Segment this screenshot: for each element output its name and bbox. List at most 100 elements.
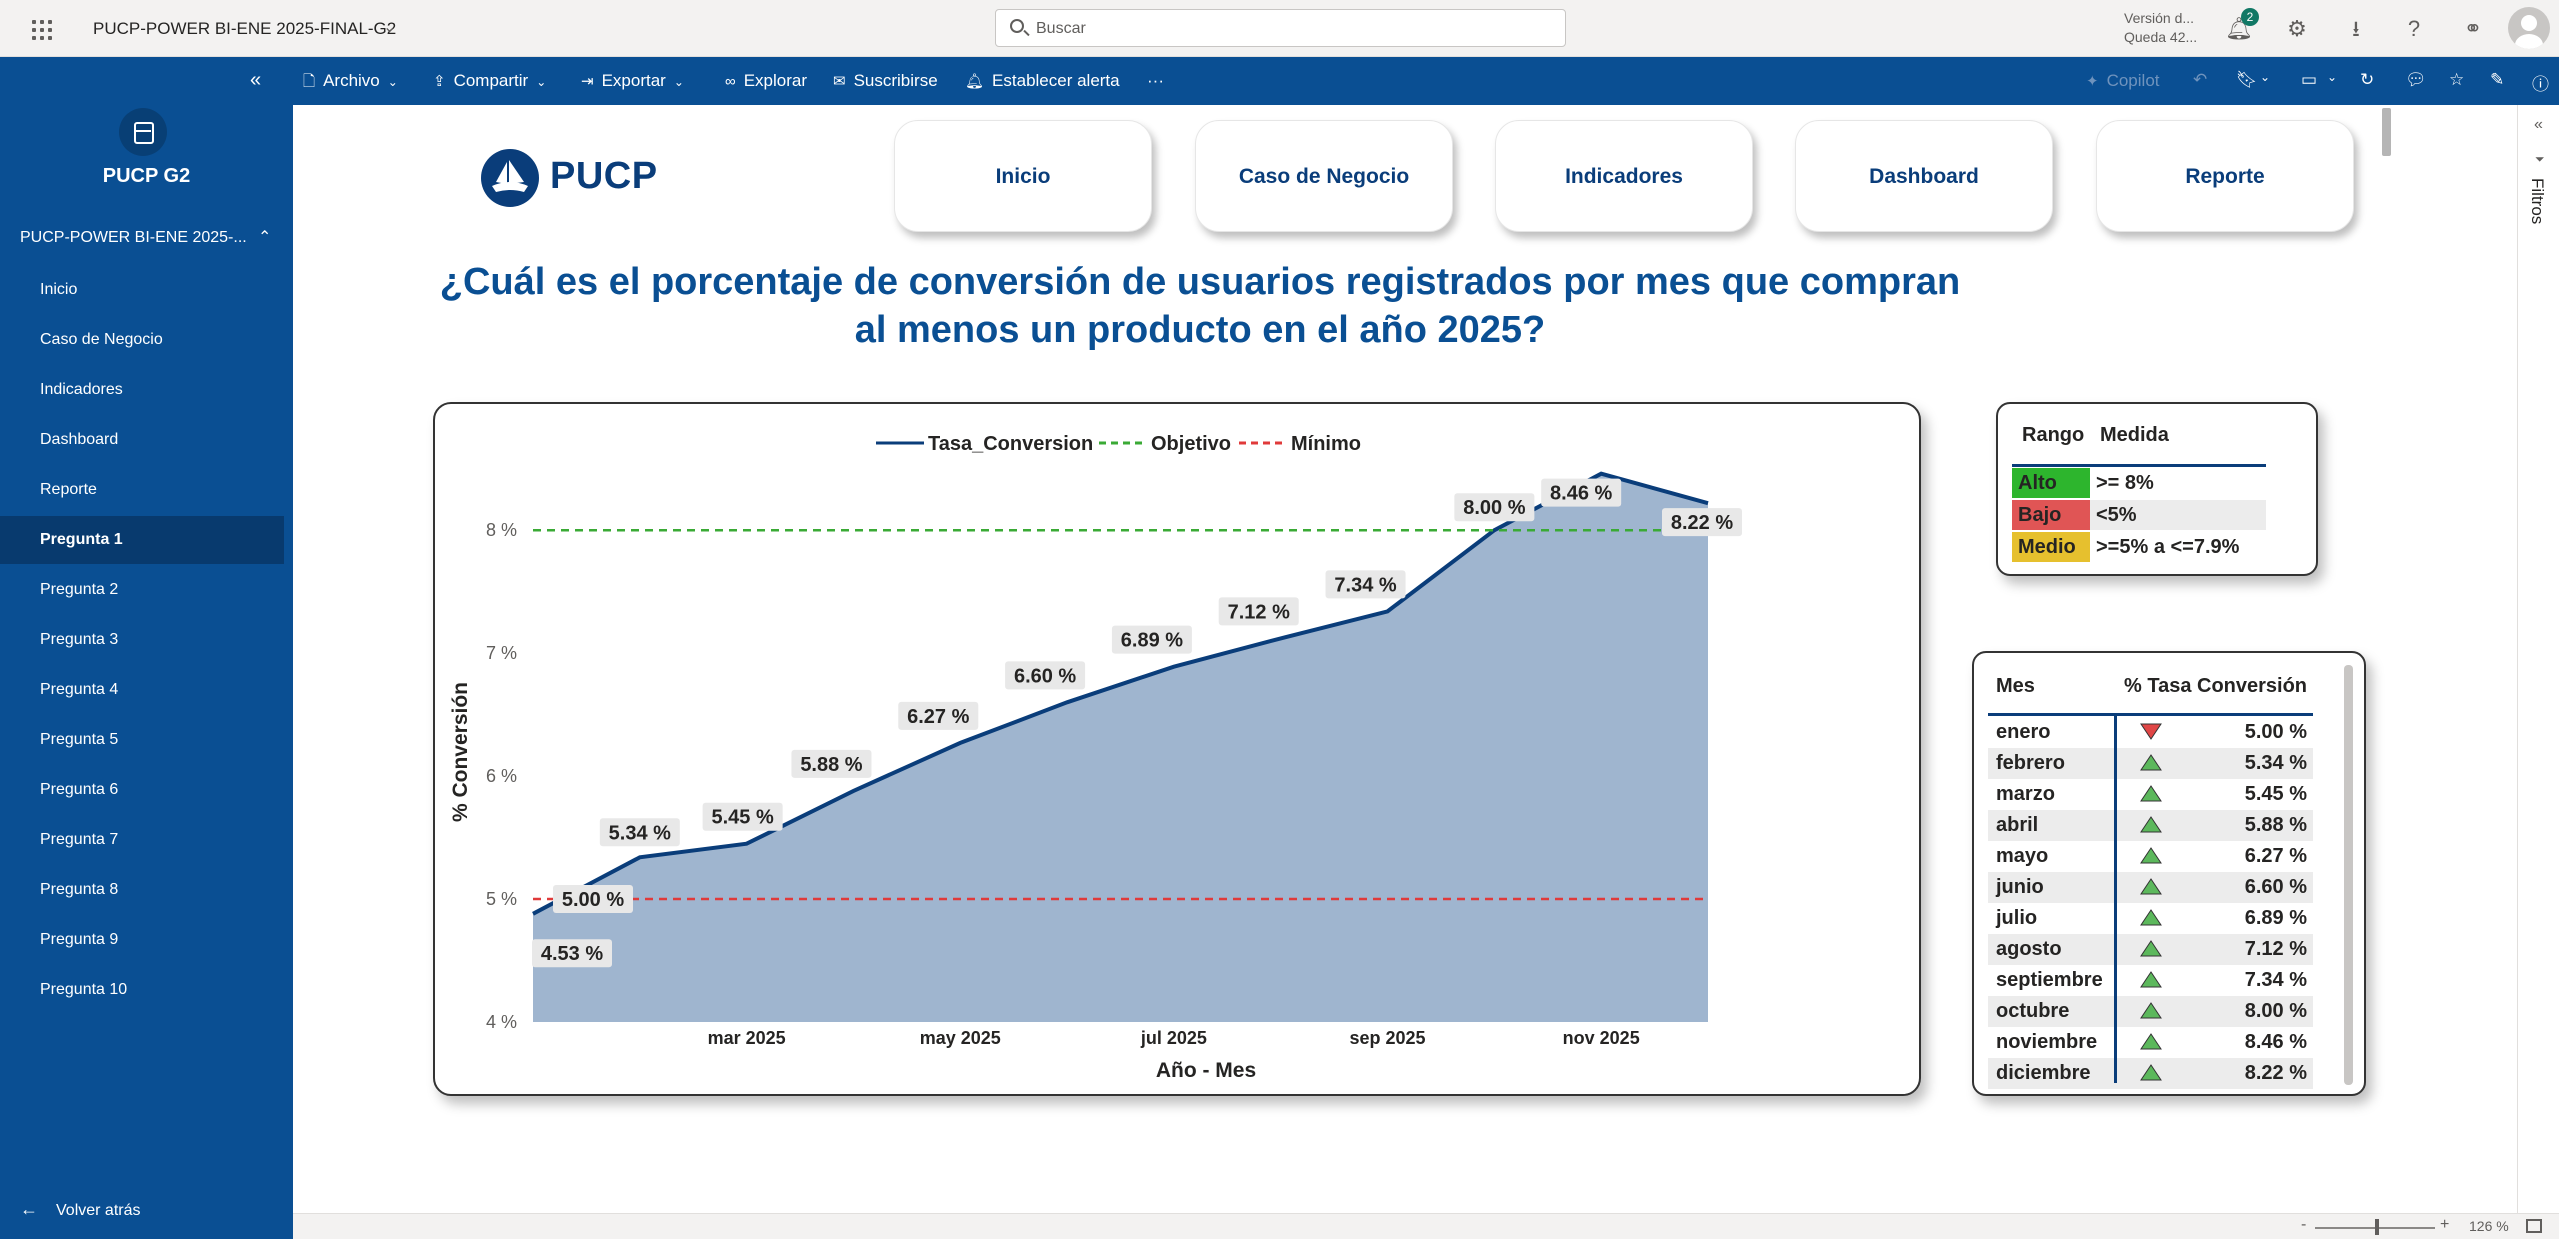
establecer-alerta-button[interactable]: 🔔︎ Establecer alerta bbox=[965, 71, 1120, 91]
help-icon[interactable]: ? bbox=[2399, 14, 2429, 44]
suscribirse-button[interactable]: ✉ Suscribirse bbox=[833, 71, 938, 91]
archivo-menu[interactable]: 🗋 Archivo ⌄ bbox=[303, 71, 398, 96]
nav-item[interactable]: Pregunta 7 bbox=[0, 816, 284, 864]
zoom-level: 126 % bbox=[2469, 1218, 2509, 1234]
more-options-button[interactable]: ··· bbox=[1147, 71, 1164, 91]
conversion-area-chart[interactable]: 4 % 5 % 6 % 7 % 8 % mar 2025 may 2025 jul 2025 s… bbox=[433, 402, 1921, 1096]
y-tick-label: 8 % bbox=[486, 520, 517, 540]
data-label-text: 7.34 % bbox=[1334, 574, 1396, 596]
nav-item[interactable]: Inicio bbox=[0, 266, 284, 314]
table-row[interactable]: julio 6.89 % bbox=[1988, 903, 2313, 934]
version-info[interactable]: Versión d... Queda 42... bbox=[2124, 9, 2197, 47]
view-icon[interactable]: ▭ bbox=[2301, 70, 2317, 90]
nav-item[interactable]: Caso de Negocio bbox=[0, 316, 284, 364]
table-row[interactable]: agosto 7.12 % bbox=[1988, 934, 2313, 965]
zoom-in-button[interactable]: + bbox=[2440, 1216, 2449, 1234]
nav-item[interactable]: Pregunta 8 bbox=[0, 866, 284, 914]
chevron-up-icon[interactable]: ⌃ bbox=[258, 227, 271, 247]
table-row[interactable]: febrero 5.34 % bbox=[1988, 748, 2313, 779]
chevron-down-icon[interactable]: ⌄ bbox=[383, 17, 396, 37]
copilot-button[interactable]: ✦ Copilot bbox=[2086, 71, 2160, 91]
status-bar: - + 126 % bbox=[293, 1213, 2559, 1239]
share-link-icon[interactable]: ⚭ bbox=[2458, 14, 2488, 44]
table-row[interactable]: octubre 8.00 % bbox=[1988, 996, 2313, 1027]
nav-item[interactable]: Dashboard bbox=[0, 416, 284, 464]
x-tick-label: jul 2025 bbox=[1140, 1028, 1207, 1048]
page-title: ¿Cuál es el porcentaje de conversión de … bbox=[439, 261, 1961, 351]
nav-item[interactable]: Pregunta 6 bbox=[0, 766, 284, 814]
explorar-button[interactable]: ∞ Explorar bbox=[725, 71, 807, 91]
nav-item[interactable]: Pregunta 5 bbox=[0, 716, 284, 764]
nav-item[interactable]: Pregunta 3 bbox=[0, 616, 284, 664]
nav-item[interactable]: Pregunta 9 bbox=[0, 916, 284, 964]
compartir-label: Compartir bbox=[453, 71, 529, 90]
nav-item[interactable]: Pregunta 1 bbox=[0, 516, 284, 564]
nav-item[interactable]: Pregunta 10 bbox=[0, 966, 284, 1014]
trend-down-icon bbox=[2140, 723, 2162, 740]
refresh-icon[interactable]: ↻ bbox=[2360, 70, 2374, 90]
range-measure: >=5% a <=7.9% bbox=[2096, 536, 2240, 558]
table-scrollbar[interactable] bbox=[2344, 665, 2353, 1085]
divider bbox=[2114, 713, 2117, 1083]
data-label: 5.00 % bbox=[553, 885, 633, 914]
report-nav-button[interactable]: Dashboard bbox=[1795, 120, 2053, 232]
favorite-star-icon[interactable]: ☆ bbox=[2449, 70, 2464, 90]
nav-item[interactable]: Pregunta 4 bbox=[0, 666, 284, 714]
arrow-left-icon: ← bbox=[20, 1199, 38, 1219]
exportar-menu[interactable]: ⇥ Exportar ⌄ bbox=[581, 71, 684, 91]
back-button[interactable]: ← Volver atrás bbox=[20, 1199, 140, 1220]
nav-item[interactable]: Reporte bbox=[0, 466, 284, 514]
report-nav-button[interactable]: Reporte bbox=[2096, 120, 2354, 232]
nav-item[interactable]: Indicadores bbox=[0, 366, 284, 414]
month-cell: enero bbox=[1996, 721, 2051, 743]
download-icon[interactable]: ⭳ bbox=[2341, 14, 2371, 44]
app-name[interactable]: PUCP-POWER BI-ENE 2025-... bbox=[20, 229, 247, 247]
x-tick-label: mar 2025 bbox=[708, 1028, 786, 1048]
chevron-down-icon[interactable]: ⌄ bbox=[2327, 70, 2337, 84]
compartir-menu[interactable]: ⇪ Compartir ⌄ bbox=[433, 71, 546, 91]
expand-filters-icon[interactable]: « bbox=[2534, 116, 2543, 134]
canvas-scrollbar[interactable] bbox=[2382, 108, 2391, 156]
conversion-cell: 5.88 % bbox=[2244, 814, 2307, 836]
filters-pane-collapsed[interactable] bbox=[2517, 105, 2559, 1213]
edit-pencil-icon[interactable]: ✎ bbox=[2490, 70, 2504, 90]
avatar[interactable] bbox=[2508, 7, 2550, 49]
table-row[interactable]: enero 5.00 % bbox=[1988, 717, 2313, 748]
report-title[interactable]: PUCP-POWER BI-ENE 2025-FINAL-G2 bbox=[93, 19, 396, 39]
collapse-nav-icon[interactable]: « bbox=[250, 69, 261, 92]
app-launcher-icon[interactable] bbox=[28, 16, 54, 42]
table-row[interactable]: marzo 5.45 % bbox=[1988, 779, 2313, 810]
fit-to-page-icon[interactable] bbox=[2526, 1219, 2542, 1233]
chevron-down-icon[interactable]: ⌄ bbox=[2260, 70, 2270, 84]
zoom-slider-thumb[interactable] bbox=[2375, 1219, 2379, 1235]
y-tick-label: 6 % bbox=[486, 766, 517, 786]
table-row[interactable]: septiembre 7.34 % bbox=[1988, 965, 2313, 996]
table-header-tasa[interactable]: % Tasa Conversión bbox=[2124, 675, 2307, 698]
table-row[interactable]: mayo 6.27 % bbox=[1988, 841, 2313, 872]
zoom-out-button[interactable]: - bbox=[2301, 1216, 2306, 1234]
table-header-mes[interactable]: Mes bbox=[1996, 675, 2035, 698]
data-label: 5.45 % bbox=[702, 802, 783, 831]
table-row[interactable]: noviembre 8.46 % bbox=[1988, 1027, 2313, 1058]
report-nav-button[interactable]: Inicio bbox=[894, 120, 1152, 232]
x-tick-label: may 2025 bbox=[920, 1028, 1001, 1048]
gear-icon[interactable]: ⚙ bbox=[2282, 14, 2312, 44]
data-label: 6.27 % bbox=[898, 701, 979, 730]
range-legend-card: Rango Medida Alto >= 8% Bajo <5% Medio >=5% a… bbox=[1996, 402, 2318, 576]
area-fill bbox=[533, 473, 1708, 1022]
search-box[interactable]: Buscar bbox=[995, 9, 1566, 47]
table-row[interactable]: junio 6.60 % bbox=[1988, 872, 2313, 903]
bookmark-icon[interactable]: 🔖︎ bbox=[2236, 70, 2258, 90]
report-nav-button[interactable]: Caso de Negocio bbox=[1195, 120, 1453, 232]
data-label-text: 5.88 % bbox=[800, 754, 862, 776]
table-row[interactable]: diciembre 8.22 % bbox=[1988, 1058, 2313, 1089]
trend-up-icon bbox=[2140, 971, 2162, 988]
filters-label[interactable]: Filtros bbox=[2527, 178, 2547, 224]
info-icon[interactable]: ⓘ bbox=[2532, 70, 2549, 95]
undo-icon[interactable]: ↶ bbox=[2193, 70, 2207, 90]
table-row[interactable]: abril 5.88 % bbox=[1988, 810, 2313, 841]
comment-icon[interactable]: 💬︎ bbox=[2405, 70, 2427, 90]
nav-item[interactable]: Pregunta 2 bbox=[0, 566, 284, 614]
trend-up-icon bbox=[2140, 785, 2162, 802]
report-nav-button[interactable]: Indicadores bbox=[1495, 120, 1753, 232]
